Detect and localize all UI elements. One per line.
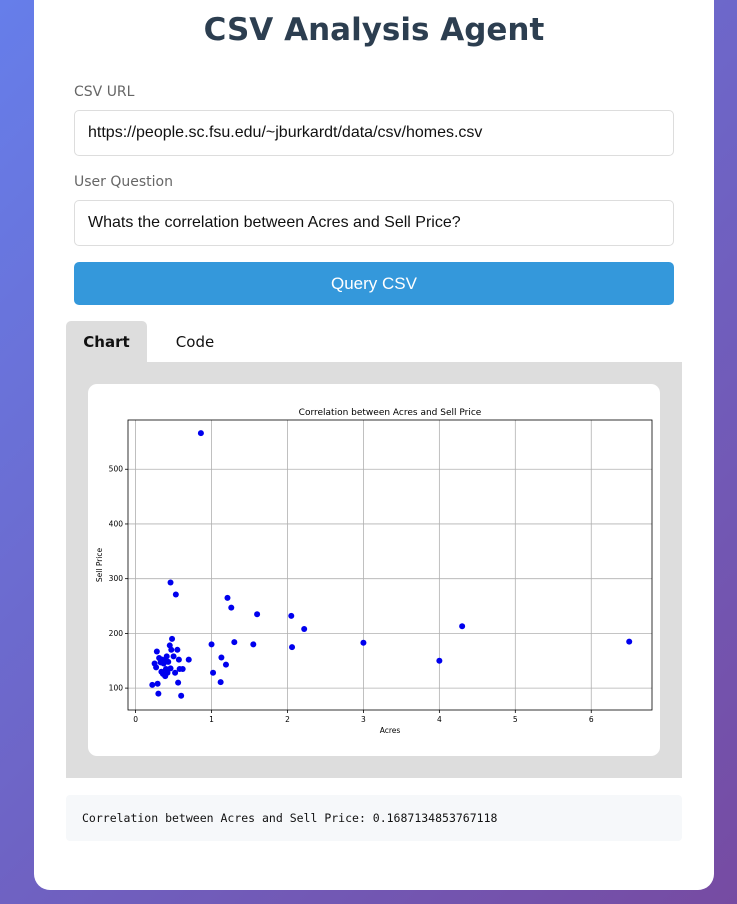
- scatter-chart: 0 1 2 3 4 5 6 100 200 300 400 500 Correlation betwee…: [95, 408, 653, 735]
- page-title: CSV Analysis Agent: [203, 12, 545, 48]
- data-point: [168, 646, 175, 653]
- data-point: [228, 604, 235, 611]
- data-point: [170, 653, 177, 660]
- data-point: [231, 639, 238, 646]
- question-input[interactable]: Whats the correlation between Acres and …: [74, 200, 674, 246]
- data-point: [301, 626, 308, 633]
- data-point: [163, 653, 170, 660]
- y-tick-label: 100: [109, 684, 124, 693]
- data-point: [155, 690, 162, 697]
- data-point: [175, 656, 182, 663]
- data-point: [436, 657, 443, 664]
- query-csv-button[interactable]: Query CSV: [74, 262, 674, 305]
- csv-url-label: CSV URL: [74, 84, 135, 100]
- y-tick-label: 200: [109, 629, 124, 638]
- tab-code[interactable]: Code: [154, 321, 236, 363]
- x-tick-label: 1: [209, 715, 214, 724]
- data-point: [172, 591, 179, 598]
- data-point: [626, 638, 633, 645]
- data-point: [254, 611, 261, 618]
- data-point: [185, 656, 192, 663]
- x-tick-label: 5: [513, 715, 518, 724]
- data-point: [174, 646, 181, 653]
- y-tick-label: 500: [109, 465, 124, 474]
- data-point: [217, 679, 224, 686]
- y-axis-label: Sell Price: [95, 548, 104, 583]
- data-point: [210, 669, 217, 676]
- data-point: [167, 579, 174, 586]
- data-point: [218, 654, 225, 661]
- data-point: [165, 658, 172, 665]
- tab-chart[interactable]: Chart: [66, 321, 147, 363]
- y-tick-label: 300: [109, 574, 124, 583]
- data-point: [154, 680, 161, 687]
- x-tick-label: 3: [361, 715, 366, 724]
- x-tick-label: 6: [589, 715, 594, 724]
- plot-frame: [127, 419, 653, 711]
- x-tick-label: 2: [285, 715, 290, 724]
- data-point: [250, 641, 257, 648]
- data-point: [153, 664, 160, 671]
- question-label: User Question: [74, 174, 173, 190]
- data-point: [459, 623, 466, 630]
- chart-title: Correlation between Acres and Sell Price: [299, 408, 482, 418]
- data-point: [288, 612, 295, 619]
- data-point: [178, 692, 185, 699]
- data-point: [208, 641, 215, 648]
- x-tick-label: 4: [437, 715, 442, 724]
- main-card: CSV Analysis Agent CSV URL https://peopl…: [34, 0, 714, 890]
- data-point: [360, 639, 367, 646]
- y-tick-label: 400: [109, 519, 124, 528]
- data-point: [289, 644, 296, 651]
- chart-panel: 0 1 2 3 4 5 6 100 200 300 400 500 Correlation betwee…: [66, 362, 682, 778]
- chart-container: 0 1 2 3 4 5 6 100 200 300 400 500 Correlation betwee…: [88, 384, 660, 756]
- x-tick-label: 0: [133, 715, 138, 724]
- data-point: [172, 669, 179, 676]
- data-point: [153, 648, 160, 655]
- data-point: [197, 430, 204, 437]
- data-point: [222, 661, 229, 668]
- data-point: [179, 665, 186, 672]
- data-point: [224, 594, 231, 601]
- data-point: [169, 635, 176, 642]
- x-axis-label: Acres: [380, 726, 401, 735]
- data-point: [149, 681, 156, 688]
- data-point: [167, 665, 174, 672]
- data-point: [175, 679, 182, 686]
- result-output: Correlation between Acres and Sell Price…: [66, 795, 682, 841]
- csv-url-input[interactable]: https://people.sc.fsu.edu/~jburkardt/dat…: [74, 110, 674, 156]
